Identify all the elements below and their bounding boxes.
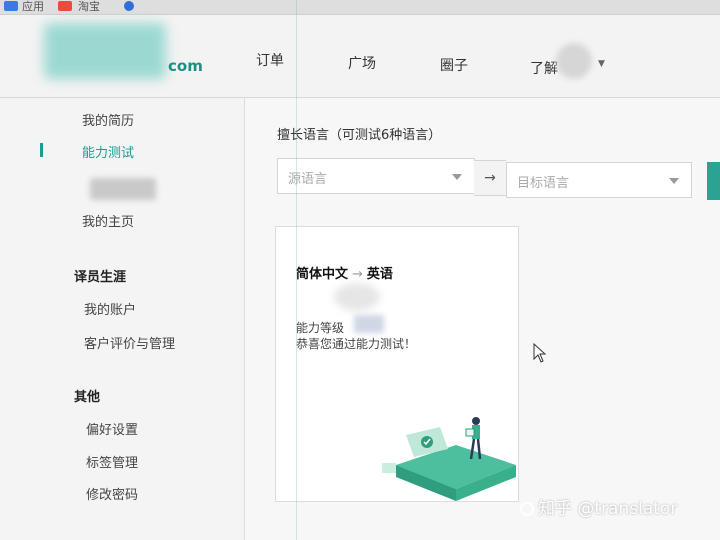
section-career-title: 译员生涯 <box>74 270 127 285</box>
sidebar-item-resume[interactable]: 我的简历 <box>82 110 134 129</box>
sidebar-item-homepage[interactable]: 我的主页 <box>82 211 134 230</box>
source-language-select[interactable]: 源语言 <box>277 158 475 194</box>
sidebar-item-preferences[interactable]: 偏好设置 <box>86 419 138 438</box>
arrow-right-icon: → <box>474 160 506 196</box>
ie-icon[interactable] <box>124 1 134 11</box>
chevron-down-icon[interactable]: ▼ <box>598 59 605 69</box>
nav-plaza[interactable]: 广场 <box>348 53 376 73</box>
level-label: 能力等级 <box>296 321 345 335</box>
chevron-down-icon <box>452 174 462 180</box>
bookmarks-bar: 应用 淘宝 <box>0 0 720 15</box>
sidebar-item-ability-test[interactable]: 能力测试 <box>82 142 134 161</box>
mouse-cursor-icon <box>533 343 547 363</box>
sidebar-item-reviews[interactable]: 客户评价与管理 <box>84 333 175 352</box>
section-other-title: 其他 <box>74 390 101 405</box>
main-content: 擅长语言（可测试6种语言） 源语言 → 目标语言 简体中文 → 英语 能力等级 恭喜… <box>245 98 720 540</box>
language-pair-card[interactable]: 简体中文 → 英语 能力等级 恭喜您通过能力测试！ <box>275 226 519 502</box>
success-illustration-icon <box>382 417 516 501</box>
languages-title: 擅长语言（可测试6种语言） <box>277 128 442 143</box>
bookmark-apps[interactable]: 应用 <box>22 0 44 14</box>
sidebar: 我的简历 能力测试 我的主页 译员生涯 我的账户 客户评价与管理 其他 偏好设置… <box>0 98 245 540</box>
nav-about[interactable]: 了解 <box>530 58 558 78</box>
active-indicator <box>40 143 43 157</box>
logo-image[interactable] <box>44 23 166 79</box>
source-language-placeholder: 源语言 <box>288 172 328 187</box>
target-language-placeholder: 目标语言 <box>517 176 570 191</box>
congrats-text: 恭喜您通过能力测试！ <box>296 337 417 351</box>
blurred-badge <box>334 283 380 311</box>
blurred-sidebar-item[interactable] <box>90 178 156 200</box>
target-lang: 英语 <box>366 267 393 282</box>
watermark-text: 知乎 @translator <box>538 499 678 519</box>
top-nav: com 订单 广场 圈子 了解 ▼ <box>0 15 720 98</box>
nav-circles[interactable]: 圈子 <box>440 55 468 75</box>
sidebar-item-account[interactable]: 我的账户 <box>84 299 136 318</box>
sidebar-item-password[interactable]: 修改密码 <box>86 484 138 503</box>
logo-suffix[interactable]: com <box>168 57 203 75</box>
taobao-icon[interactable] <box>58 1 72 11</box>
arrow-right-icon: → <box>352 267 363 282</box>
apps-icon[interactable] <box>4 1 18 11</box>
sidebar-item-tags[interactable]: 标签管理 <box>86 452 138 471</box>
bookmark-taobao[interactable]: 淘宝 <box>78 0 100 14</box>
watermark: 知乎 @translator <box>520 494 677 519</box>
language-pair: 简体中文 → 英语 <box>296 263 393 282</box>
blurred-level-value <box>354 315 384 333</box>
screen-artifact-line <box>296 0 297 540</box>
nav-orders[interactable]: 订单 <box>256 50 284 70</box>
chevron-down-icon <box>669 178 679 184</box>
avatar[interactable] <box>556 43 592 79</box>
zhihu-logo-icon <box>520 502 534 516</box>
add-language-button[interactable] <box>707 162 720 200</box>
target-language-select[interactable]: 目标语言 <box>506 162 692 198</box>
source-lang: 简体中文 <box>296 267 349 282</box>
